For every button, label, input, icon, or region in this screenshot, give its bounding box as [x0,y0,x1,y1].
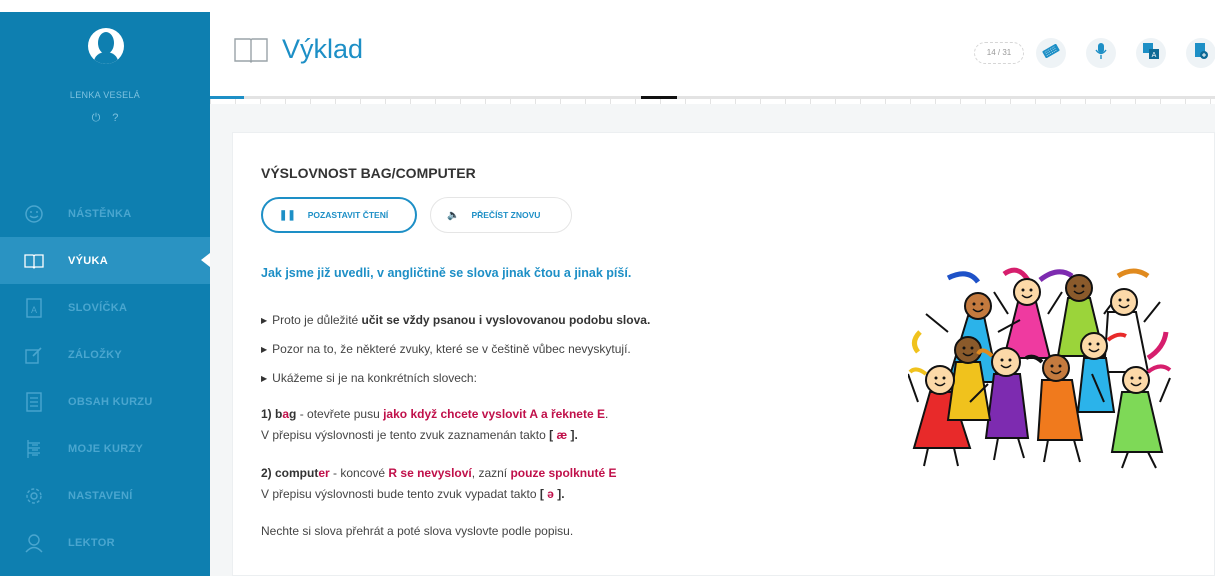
bullet-item: Proto je důležité učit se vždy psanou i … [261,313,650,327]
sidebar-top-strip [0,0,210,12]
bullet-text: Ukážeme si je na konkrétních slovech: [272,371,477,385]
help-icon[interactable]: ? [112,112,118,125]
microphone-icon [1095,42,1107,65]
replay-label: PŘEČÍST ZNOVU [471,210,541,220]
symbol-bracket: ]. [553,487,565,501]
example-2-line-2: V přepisu výslovnosti bude tento zvuk vy… [261,487,565,501]
user-actions: ⏻ ? [0,112,210,125]
replay-button[interactable]: 🔈 PŘEČÍST ZNOVU [430,197,572,233]
lesson-title: VÝSLOVNOST BAG/COMPUTER [261,165,476,181]
symbol-bracket: ]. [567,428,578,442]
example-1-line-2: V přepisu výslovnosti je tento zvuk zazn… [261,428,578,442]
example-emphasis: R se nevysloví [388,466,472,480]
sidebar-item-label: MOJE KURZY [68,442,144,455]
sidebar-item-label: SLOVÍČKA [68,301,128,314]
sidebar-item-label: ZÁLOŽKY [68,348,123,361]
phonetic-symbol: æ [556,428,568,442]
gear-icon [22,485,46,507]
power-icon[interactable]: ⏻ [92,112,101,125]
example-emphasis: pouze spolknuté E [510,466,617,480]
sidebar-nav: NÁSTĚNKA VÝUKA A SLOVÍČKA ZÁLOŽKY OBSAH … [0,190,210,566]
sidebar-item-nastenka[interactable]: NÁSTĚNKA [0,190,210,237]
sidebar-item-zalozky[interactable]: ZÁLOŽKY [0,331,210,378]
sidebar-item-lektor[interactable]: LEKTOR [0,519,210,566]
lesson-outro: Nechte si slova přehrát a poté slova vys… [261,524,574,538]
progress-ruler[interactable] [210,96,1215,107]
tutor-icon [22,532,46,554]
phonetic-symbol: ə [547,487,554,501]
symbol-bracket: [ [549,428,557,442]
example-text: V přepisu výslovnosti je tento zvuk zazn… [261,428,550,442]
bookmark-edit-icon [22,344,46,366]
header: Výklad 14 / 31 A [210,0,1215,96]
pause-reading-label: POZASTAVIT ČTENÍ [307,210,389,220]
sidebar-item-label: OBSAH KURZU [68,395,153,408]
bullet-item: Pozor na to, že některé zvuky, které se … [261,342,631,356]
bullet-item: Ukážeme si je na konkrétních slovech: [261,371,477,385]
bullet-text: Proto je důležité [272,313,362,327]
keyboard-icon [1042,43,1060,63]
translate-button[interactable]: A [1136,38,1166,68]
sidebar-item-obsah-kurzu[interactable]: OBSAH KURZU [0,378,210,425]
example-highlight: er [318,466,330,480]
example-text: , zazní [471,466,511,480]
sidebar-item-label: LEKTOR [68,536,115,549]
sidebar-item-label: NASTAVENÍ [68,489,133,502]
example-1-line-1: 1) bag - otevřete pusu jako když chcete … [261,407,608,421]
lesson-intro: Jak jsme již uvedli, v angličtině se slo… [261,266,632,280]
pause-reading-button[interactable]: ❚❚ POZASTAVIT ČTENÍ [261,197,417,233]
sidebar-item-slovicka[interactable]: A SLOVÍČKA [0,284,210,331]
svg-text:A: A [31,305,37,315]
notes-button[interactable] [1186,38,1215,68]
book-icon [22,250,46,272]
avatar[interactable] [88,28,124,64]
sidebar: LENKA VESELÁ ⏻ ? NÁSTĚNKA VÝUKA A SLOVÍČ… [0,0,210,576]
vocabulary-icon: A [22,297,46,319]
example-word: 2) comput [261,466,319,480]
sidebar-item-label: VÝUKA [68,254,109,267]
notes-icon [1194,42,1208,65]
sidebar-item-nastaveni[interactable]: NASTAVENÍ [0,472,210,519]
pause-icon: ❚❚ [279,209,296,221]
example-text: V přepisu výslovnosti bude tento zvuk vy… [261,487,540,501]
avatar-head [98,32,114,54]
example-text: . [604,407,609,421]
translate-icon: A [1142,42,1160,65]
page-title: Výklad [282,34,364,64]
page-title-group: Výklad [234,34,363,65]
example-2-line-1: 2) computer - koncové R se nevysloví, za… [261,466,616,480]
courses-icon [22,438,46,460]
smiley-icon [22,203,46,225]
example-word: 1) b [261,407,283,421]
book-icon [234,37,268,63]
bullet-bold-text: učit se vždy psanou i vyslovovanou podob… [361,313,651,327]
progress-fill [210,96,245,99]
example-emphasis: jako když chcete vyslovit A a řeknete E [383,407,605,421]
microphone-button[interactable] [1086,38,1116,68]
sidebar-item-label: NÁSTĚNKA [68,207,132,220]
current-position-marker [641,96,677,99]
speaker-icon: 🔈 [447,209,460,221]
svg-text:A: A [1152,52,1157,59]
bullet-text: Pozor na to, že některé zvuky, které se … [272,342,631,356]
example-text: - koncové [329,466,389,480]
example-text: - otevřete pusu [296,407,384,421]
keyboard-button[interactable] [1036,38,1066,68]
page-counter: 14 / 31 [974,42,1024,64]
sidebar-item-moje-kurzy[interactable]: MOJE KURZY [0,425,210,472]
contents-icon [22,391,46,413]
dancing-kids-illustration [907,262,1172,470]
sidebar-item-vyuka[interactable]: VÝUKA [0,237,210,284]
avatar-shoulders [94,52,118,64]
user-name: LENKA VESELÁ [69,90,141,100]
